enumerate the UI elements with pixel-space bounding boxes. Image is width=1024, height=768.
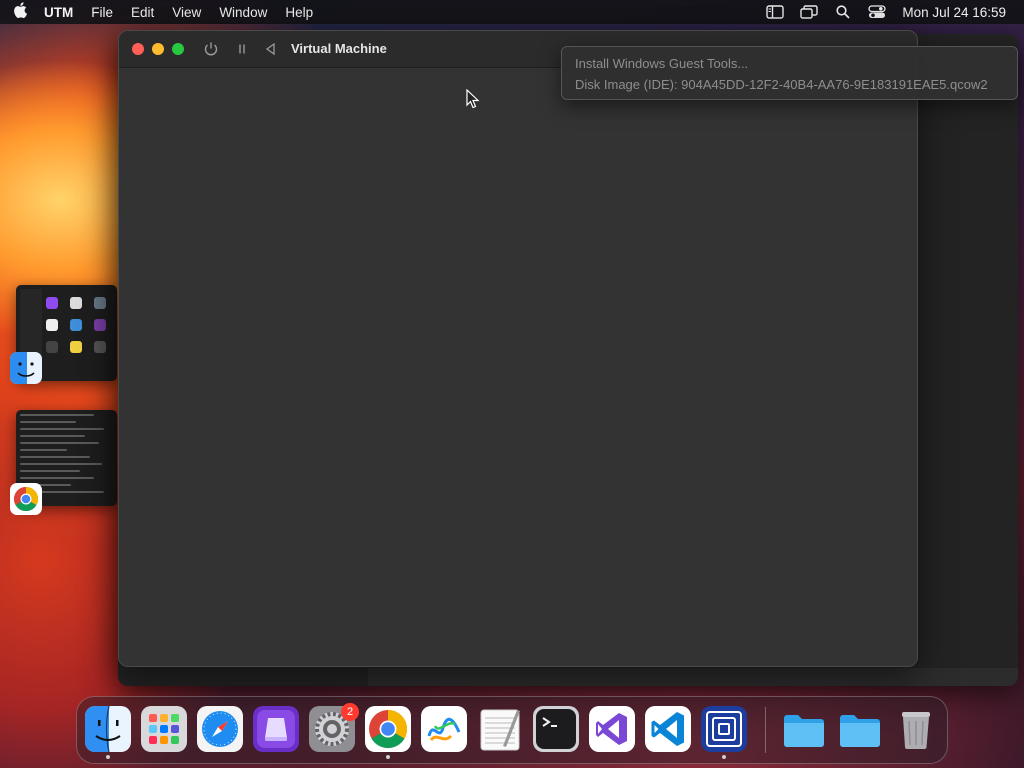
install-windows-guest-tools-item[interactable]: Install Windows Guest Tools... (562, 53, 1017, 74)
menu-bar: UTM File Edit View Window Help Mon Jul 2… (0, 0, 1024, 24)
pause-icon[interactable] (233, 40, 251, 58)
zoom-button[interactable] (172, 43, 184, 55)
close-button[interactable] (132, 43, 144, 55)
dock-freeform-icon[interactable] (421, 706, 467, 752)
dock-utm-icon[interactable] (701, 706, 747, 759)
menu-window[interactable]: Window (210, 5, 276, 20)
dock-safari-icon[interactable] (197, 706, 243, 752)
finder-thumbnail-icons (46, 297, 108, 353)
spotlight-search-icon[interactable] (826, 0, 860, 24)
dock-separator (765, 707, 766, 753)
menu-edit[interactable]: Edit (122, 5, 163, 20)
dock-folder-2-icon[interactable] (837, 706, 883, 752)
finder-stage-icon[interactable] (10, 352, 42, 384)
menu-help[interactable]: Help (276, 5, 322, 20)
app-menu-utm[interactable]: UTM (40, 5, 82, 20)
restart-icon[interactable] (262, 40, 280, 58)
disk-image-ide-item[interactable]: Disk Image (IDE): 904A45DD-12F2-40B4-AA7… (562, 74, 1017, 95)
dock-vscode-icon[interactable] (645, 706, 691, 752)
control-center-icon[interactable] (860, 0, 894, 24)
dock: 2 (76, 696, 948, 764)
sidebar-icon[interactable] (758, 0, 792, 24)
vm-display-area[interactable] (119, 69, 917, 666)
dock-finder-icon[interactable] (85, 706, 131, 759)
dock-terminal-icon[interactable] (533, 706, 579, 752)
dock-purple-app-icon[interactable] (253, 706, 299, 752)
screen-mirroring-icon[interactable] (792, 0, 826, 24)
dock-textedit-icon[interactable] (477, 706, 523, 752)
dock-trash-icon[interactable] (893, 706, 939, 752)
dock-visual-studio-icon[interactable] (589, 706, 635, 752)
dock-chrome-icon[interactable] (365, 706, 411, 759)
apple-menu-icon[interactable] (0, 2, 40, 22)
dock-system-settings-icon[interactable]: 2 (309, 703, 359, 752)
drive-dropdown-menu: Install Windows Guest Tools... Disk Imag… (561, 46, 1018, 100)
chrome-stage-icon[interactable] (10, 483, 42, 515)
system-settings-badge: 2 (341, 703, 359, 721)
power-icon[interactable] (202, 40, 220, 58)
virtual-machine-window[interactable]: Virtual Machine (118, 30, 918, 667)
mouse-cursor-icon (466, 88, 480, 109)
menu-view[interactable]: View (163, 5, 210, 20)
dock-folder-icon[interactable] (781, 706, 827, 752)
dock-launchpad-icon[interactable] (141, 706, 187, 752)
menu-file[interactable]: File (82, 5, 122, 20)
minimize-button[interactable] (152, 43, 164, 55)
vm-window-title: Virtual Machine (291, 41, 387, 56)
menu-bar-clock[interactable]: Mon Jul 24 16:59 (894, 5, 1024, 20)
